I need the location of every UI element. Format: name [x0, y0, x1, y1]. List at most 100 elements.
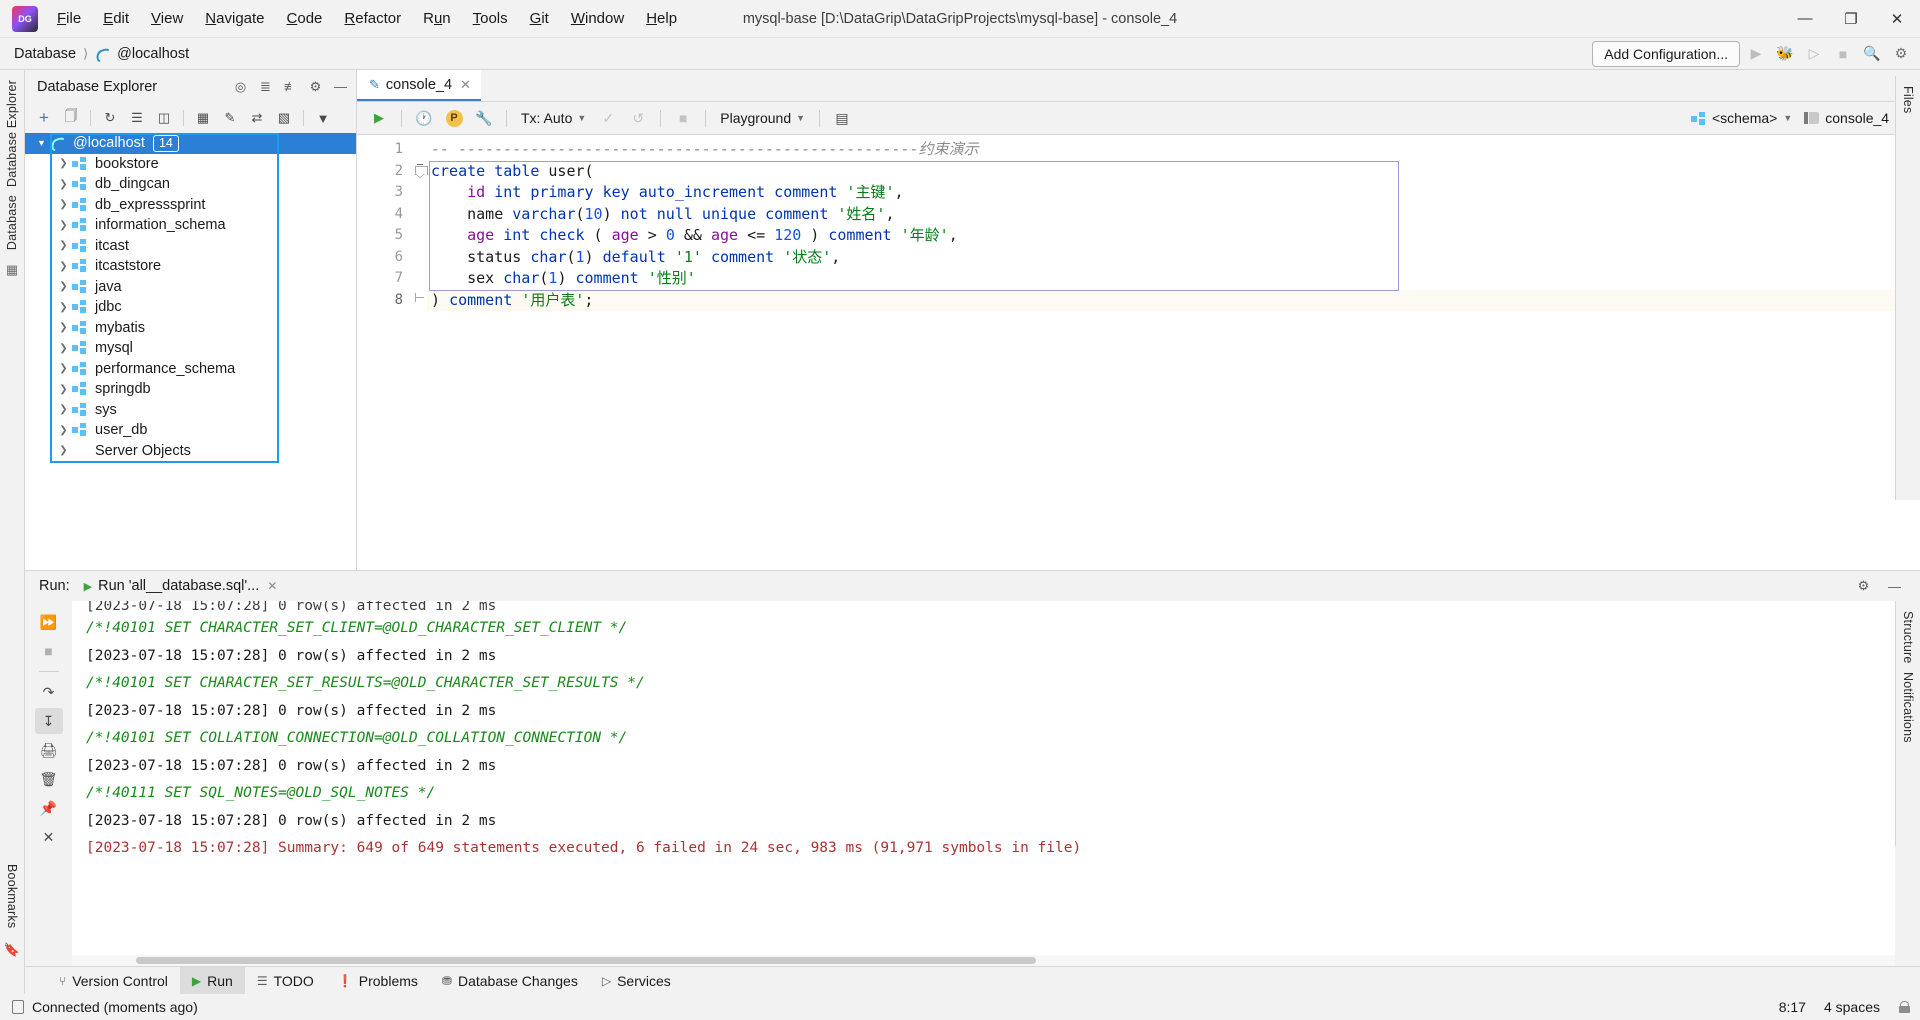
tx-mode-dropdown[interactable]: Tx: Auto ▼ — [515, 110, 592, 126]
chevron-right-icon[interactable]: ❯ — [55, 281, 72, 292]
code-line[interactable]: ) comment '用户表'; — [427, 289, 1896, 311]
chevron-right-icon[interactable]: ❯ — [55, 404, 72, 415]
close-icon[interactable]: ✕ — [35, 824, 63, 850]
code-line[interactable]: status char(1) default '1' comment '状态', — [427, 247, 1896, 269]
tool-window-problems[interactable]: ❗ Problems — [326, 967, 430, 994]
menu-help[interactable]: Help — [635, 6, 688, 31]
stop-icon[interactable]: ■ — [35, 638, 63, 664]
tree-item-jdbc[interactable]: ❯ jdbc — [25, 297, 356, 318]
tool-window-todo[interactable]: ☰ TODO — [245, 967, 326, 994]
fold-marker-icon[interactable] — [414, 290, 427, 312]
table-editor-icon[interactable]: ▦ — [190, 106, 216, 130]
strip-label-files[interactable]: Files — [1901, 86, 1915, 113]
rollback-icon[interactable]: ↺ — [624, 105, 652, 131]
tree-item-user-db[interactable]: ❯ user_db — [25, 420, 356, 441]
tree-item-itcast[interactable]: ❯ itcast — [25, 236, 356, 257]
add-configuration-button[interactable]: Add Configuration... — [1592, 40, 1740, 67]
tree-item-java[interactable]: ❯ java — [25, 277, 356, 298]
minimize-icon[interactable]: — — [1883, 575, 1906, 597]
chevron-right-icon[interactable]: ❯ — [55, 240, 72, 251]
breadcrumb-localhost[interactable]: @localhost — [117, 46, 189, 62]
commit-icon[interactable]: ✓ — [594, 105, 622, 131]
print-icon[interactable]: 🖨 — [35, 737, 63, 763]
data-sources-icon[interactable]: ◫ — [151, 106, 177, 130]
chevron-right-icon[interactable]: ❯ — [55, 363, 72, 374]
duplicate-icon[interactable]: 🗍 — [58, 106, 84, 130]
tool-window-run[interactable]: ▶ Run — [179, 967, 245, 994]
code-content[interactable]: -- -------------------------------------… — [427, 135, 1896, 570]
strip-label-database[interactable]: Database — [5, 195, 19, 250]
tree-item-sys[interactable]: ❯ sys — [25, 400, 356, 421]
jump-to-query-icon[interactable]: ☰ — [124, 106, 150, 130]
run-tab-close-icon[interactable]: ✕ — [267, 579, 277, 593]
connection-status[interactable]: Connected (moments ago) — [32, 999, 198, 1015]
menu-refactor[interactable]: Refactor — [333, 6, 412, 31]
tree-item-db-dingcan[interactable]: ❯ db_dingcan — [25, 174, 356, 195]
tree-item-db-expresssprint[interactable]: ❯ db_expresssprint — [25, 195, 356, 216]
playground-dropdown[interactable]: Playground ▼ — [714, 110, 811, 126]
execute-run-icon[interactable]: ▶ — [365, 105, 393, 131]
unlocked-icon[interactable] — [1898, 1001, 1910, 1013]
chevron-right-icon[interactable]: ❯ — [55, 179, 72, 190]
chevron-right-icon[interactable]: ❯ — [55, 384, 72, 395]
filter-icon[interactable]: ▼ — [310, 106, 336, 130]
scroll-to-end-icon[interactable]: ↧ — [34, 708, 63, 734]
close-button[interactable]: ✕ — [1874, 0, 1920, 38]
sync-icon[interactable]: ⇄ — [244, 106, 270, 130]
schema-selector[interactable]: <schema> ▼ — [1690, 110, 1792, 126]
minimize-button[interactable]: — — [1782, 0, 1828, 38]
code-line[interactable]: create table user( — [427, 161, 1896, 183]
strip-label-notifications[interactable]: Notifications — [1901, 672, 1915, 743]
modify-icon[interactable]: ✎ — [217, 106, 243, 130]
tree-item-springdb[interactable]: ❯ springdb — [25, 379, 356, 400]
rerun-icon[interactable]: ⏩ — [35, 609, 63, 635]
menu-view[interactable]: View — [140, 6, 194, 31]
chevron-right-icon[interactable]: ❯ — [55, 158, 72, 169]
code-line[interactable]: sex char(1) comment '性别' — [427, 268, 1896, 290]
menu-edit[interactable]: Edit — [92, 6, 140, 31]
menu-file[interactable]: File — [46, 6, 92, 31]
history-icon[interactable]: 🕐 — [410, 105, 438, 131]
tree-item-mysql[interactable]: ❯ mysql — [25, 338, 356, 359]
stop-icon[interactable]: ■ — [669, 105, 697, 131]
run-tab[interactable]: ▶ Run 'all__database.sql'... ✕ — [80, 576, 282, 596]
strip-label-bookmarks[interactable]: Bookmarks — [5, 864, 19, 928]
settings-icon[interactable]: ⚙ — [304, 76, 327, 98]
code-line[interactable]: -- -------------------------------------… — [427, 139, 1896, 161]
console-selector[interactable]: console_4 ▼ — [1804, 110, 1904, 126]
tree-item-bookstore[interactable]: ❯ bookstore — [25, 154, 356, 175]
menu-run[interactable]: Run — [412, 6, 462, 31]
code-line[interactable]: name varchar(10) not null unique comment… — [427, 204, 1896, 226]
chevron-right-icon[interactable]: ❯ — [55, 343, 72, 354]
chevron-right-icon[interactable]: ❯ — [55, 445, 72, 456]
console-output[interactable]: [2023-07-18 15:07:28] 0 row(s) affected … — [72, 601, 1895, 966]
chevron-right-icon[interactable]: ❯ — [55, 322, 72, 333]
chevron-right-icon[interactable]: ❯ — [55, 261, 72, 272]
grid-icon[interactable]: ▤ — [828, 105, 856, 131]
settings-icon[interactable]: ⚙ — [1888, 42, 1914, 66]
expand-all-icon[interactable]: ≣ — [254, 76, 277, 98]
chevron-right-icon[interactable]: ❯ — [55, 425, 72, 436]
chevron-down-icon[interactable]: ▼ — [33, 138, 50, 148]
tool-window-database-changes[interactable]: ⛃ Database Changes — [430, 967, 590, 994]
strip-label-database-explorer[interactable]: Database Explorer — [5, 80, 19, 187]
run-icon[interactable]: ▶ — [1743, 42, 1769, 66]
tool-window-services[interactable]: ▷ Services — [590, 967, 683, 994]
console-icon[interactable]: ▧ — [271, 106, 297, 130]
chevron-right-icon[interactable]: ❯ — [55, 220, 72, 231]
caret-position[interactable]: 8:17 — [1779, 999, 1806, 1015]
code-editor[interactable]: 1 2 3 4 5 6 7 8 -- ----------------------------… — [357, 135, 1920, 570]
console-horizontal-scrollbar[interactable] — [72, 955, 1895, 966]
code-line[interactable]: age int check ( age > 0 && age <= 120 ) … — [427, 225, 1896, 247]
database-tree[interactable]: ▼ @localhost 14 ❯ bookstore ❯ db_dingcan ❯ db_ex… — [25, 133, 356, 570]
scrollbar-thumb[interactable] — [136, 957, 1036, 964]
tree-item--localhost[interactable]: ▼ @localhost 14 — [25, 133, 356, 154]
pin-icon[interactable]: 📌 — [35, 795, 63, 821]
fold-marker-icon[interactable] — [414, 161, 428, 183]
hide-panel-icon[interactable]: — — [329, 76, 352, 98]
gear-icon[interactable]: ⚙ — [1852, 575, 1875, 597]
debug-icon[interactable]: 🐝 — [1772, 42, 1798, 66]
menu-window[interactable]: Window — [560, 6, 635, 31]
menu-tools[interactable]: Tools — [462, 6, 519, 31]
collapse-all-icon[interactable]: ≢ — [279, 76, 302, 98]
